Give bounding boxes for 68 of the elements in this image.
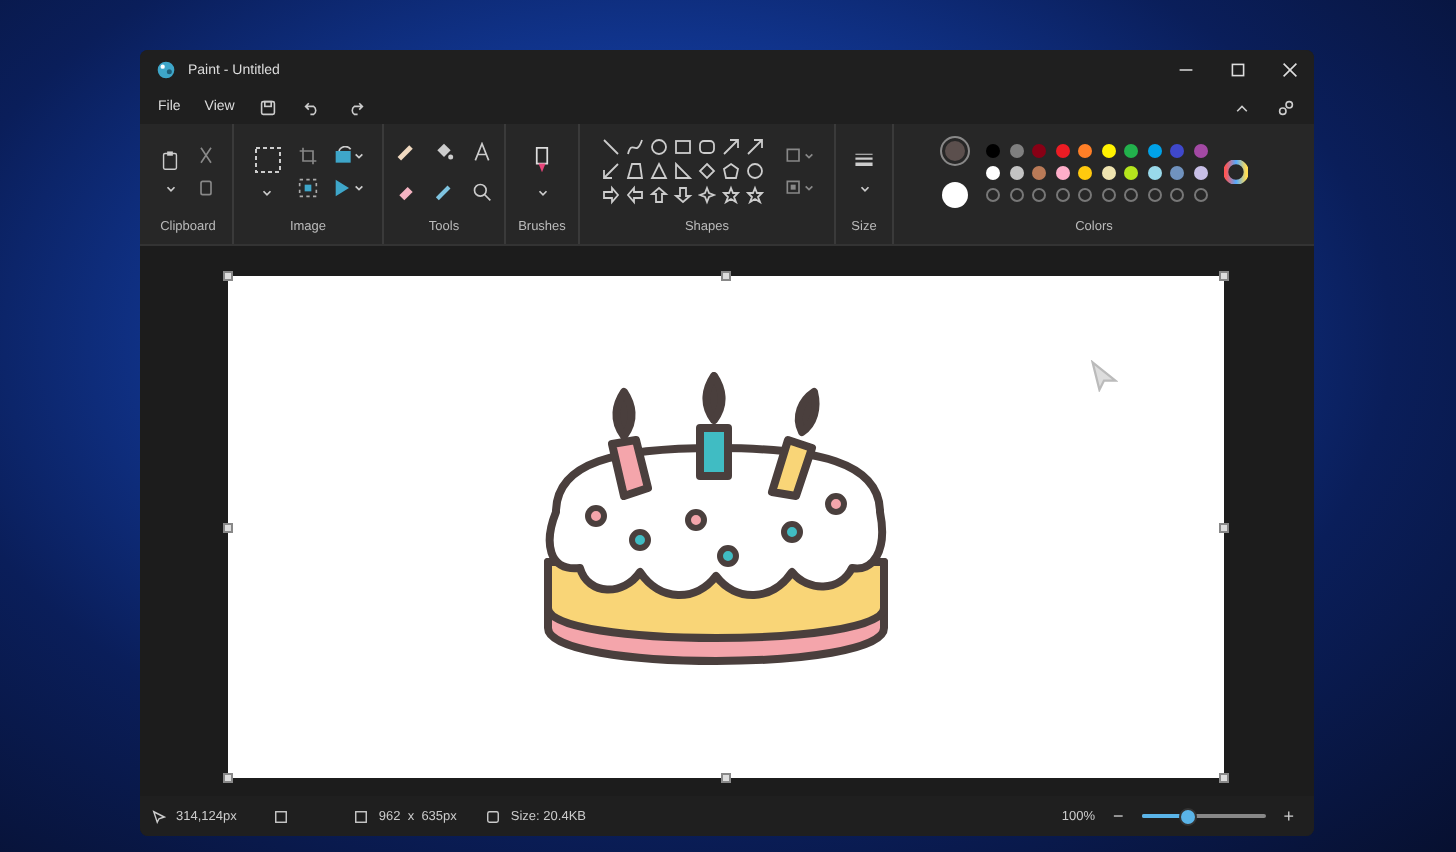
flip-icon[interactable] — [333, 178, 363, 198]
resize-handle[interactable] — [721, 773, 731, 783]
color-swatch[interactable] — [1032, 143, 1047, 157]
color-swatch[interactable] — [1055, 165, 1070, 179]
cut-icon[interactable] — [196, 146, 216, 166]
zoom-out-button[interactable]: − — [1104, 806, 1132, 826]
rotate-icon[interactable] — [333, 146, 363, 166]
selection-icon — [274, 809, 289, 823]
chevron-down-icon[interactable] — [857, 181, 871, 195]
resize-handle[interactable] — [223, 773, 233, 783]
zoom-slider-thumb[interactable] — [1179, 808, 1198, 826]
resize-handle[interactable] — [1219, 773, 1229, 783]
color-swatch[interactable] — [1101, 165, 1116, 179]
undo-icon[interactable] — [304, 99, 321, 115]
secondary-color-swatch[interactable] — [942, 182, 969, 208]
chevron-down-icon[interactable] — [260, 185, 274, 199]
color-swatch[interactable] — [1124, 165, 1139, 179]
drawing-canvas[interactable] — [228, 276, 1224, 778]
color-wheel-icon[interactable] — [1223, 160, 1248, 184]
fill-icon[interactable] — [784, 178, 814, 198]
shapes-gallery-drawing[interactable] — [600, 136, 768, 208]
save-icon — [486, 809, 501, 823]
color-swatch[interactable] — [1009, 143, 1024, 157]
crop-icon[interactable] — [297, 146, 317, 166]
primary-color-swatch[interactable] — [940, 136, 971, 166]
pointer-icon — [1090, 360, 1118, 392]
close-icon[interactable] — [1282, 62, 1298, 78]
color-swatch[interactable] — [1147, 143, 1162, 157]
eraser-icon[interactable] — [396, 182, 416, 202]
resize-handle[interactable] — [1219, 271, 1229, 281]
resize-icon[interactable] — [297, 178, 317, 198]
fill-bucket-icon[interactable] — [434, 142, 454, 162]
color-swatch[interactable] — [1032, 165, 1047, 179]
color-swatch[interactable] — [1170, 165, 1185, 179]
color-swatch[interactable] — [1170, 143, 1185, 157]
resize-handle[interactable] — [223, 522, 233, 532]
color-swatch[interactable] — [1193, 165, 1208, 179]
color-swatch[interactable] — [1101, 143, 1116, 157]
copy-icon[interactable] — [196, 178, 216, 198]
color-swatch[interactable] — [986, 143, 1001, 157]
save-icon[interactable] — [260, 99, 277, 115]
color-swatch[interactable] — [1055, 143, 1070, 157]
resize-handle[interactable] — [1219, 522, 1229, 532]
pencil-icon[interactable] — [396, 142, 416, 162]
resize-handle[interactable] — [223, 271, 233, 281]
text-tool-icon[interactable] — [472, 142, 492, 162]
paste-icon[interactable] — [160, 149, 180, 169]
line-size-icon[interactable] — [854, 149, 874, 169]
color-picker-icon[interactable] — [434, 182, 454, 202]
paint-palette-icon — [156, 60, 176, 80]
color-swatch[interactable] — [1193, 143, 1208, 157]
color-swatch[interactable] — [1078, 165, 1093, 179]
color-swatch[interactable] — [1009, 165, 1024, 179]
maximize-icon[interactable] — [1230, 62, 1246, 78]
magnifier-icon[interactable] — [472, 182, 492, 202]
select-icon[interactable] — [253, 145, 281, 173]
redo-icon[interactable] — [348, 99, 365, 115]
color-swatch[interactable] — [1147, 165, 1162, 179]
chevron-down-icon[interactable] — [535, 185, 549, 199]
chevron-down-icon[interactable] — [163, 181, 177, 195]
cursor-icon — [152, 809, 166, 823]
outline-icon[interactable] — [784, 146, 814, 166]
color-swatch[interactable] — [1078, 143, 1093, 157]
color-swatch[interactable] — [986, 165, 1001, 179]
canvas-size-icon — [354, 809, 369, 823]
zoom-in-button[interactable]: + — [1275, 806, 1302, 826]
color-swatch[interactable] — [1124, 143, 1139, 157]
resize-handle[interactable] — [721, 271, 731, 281]
